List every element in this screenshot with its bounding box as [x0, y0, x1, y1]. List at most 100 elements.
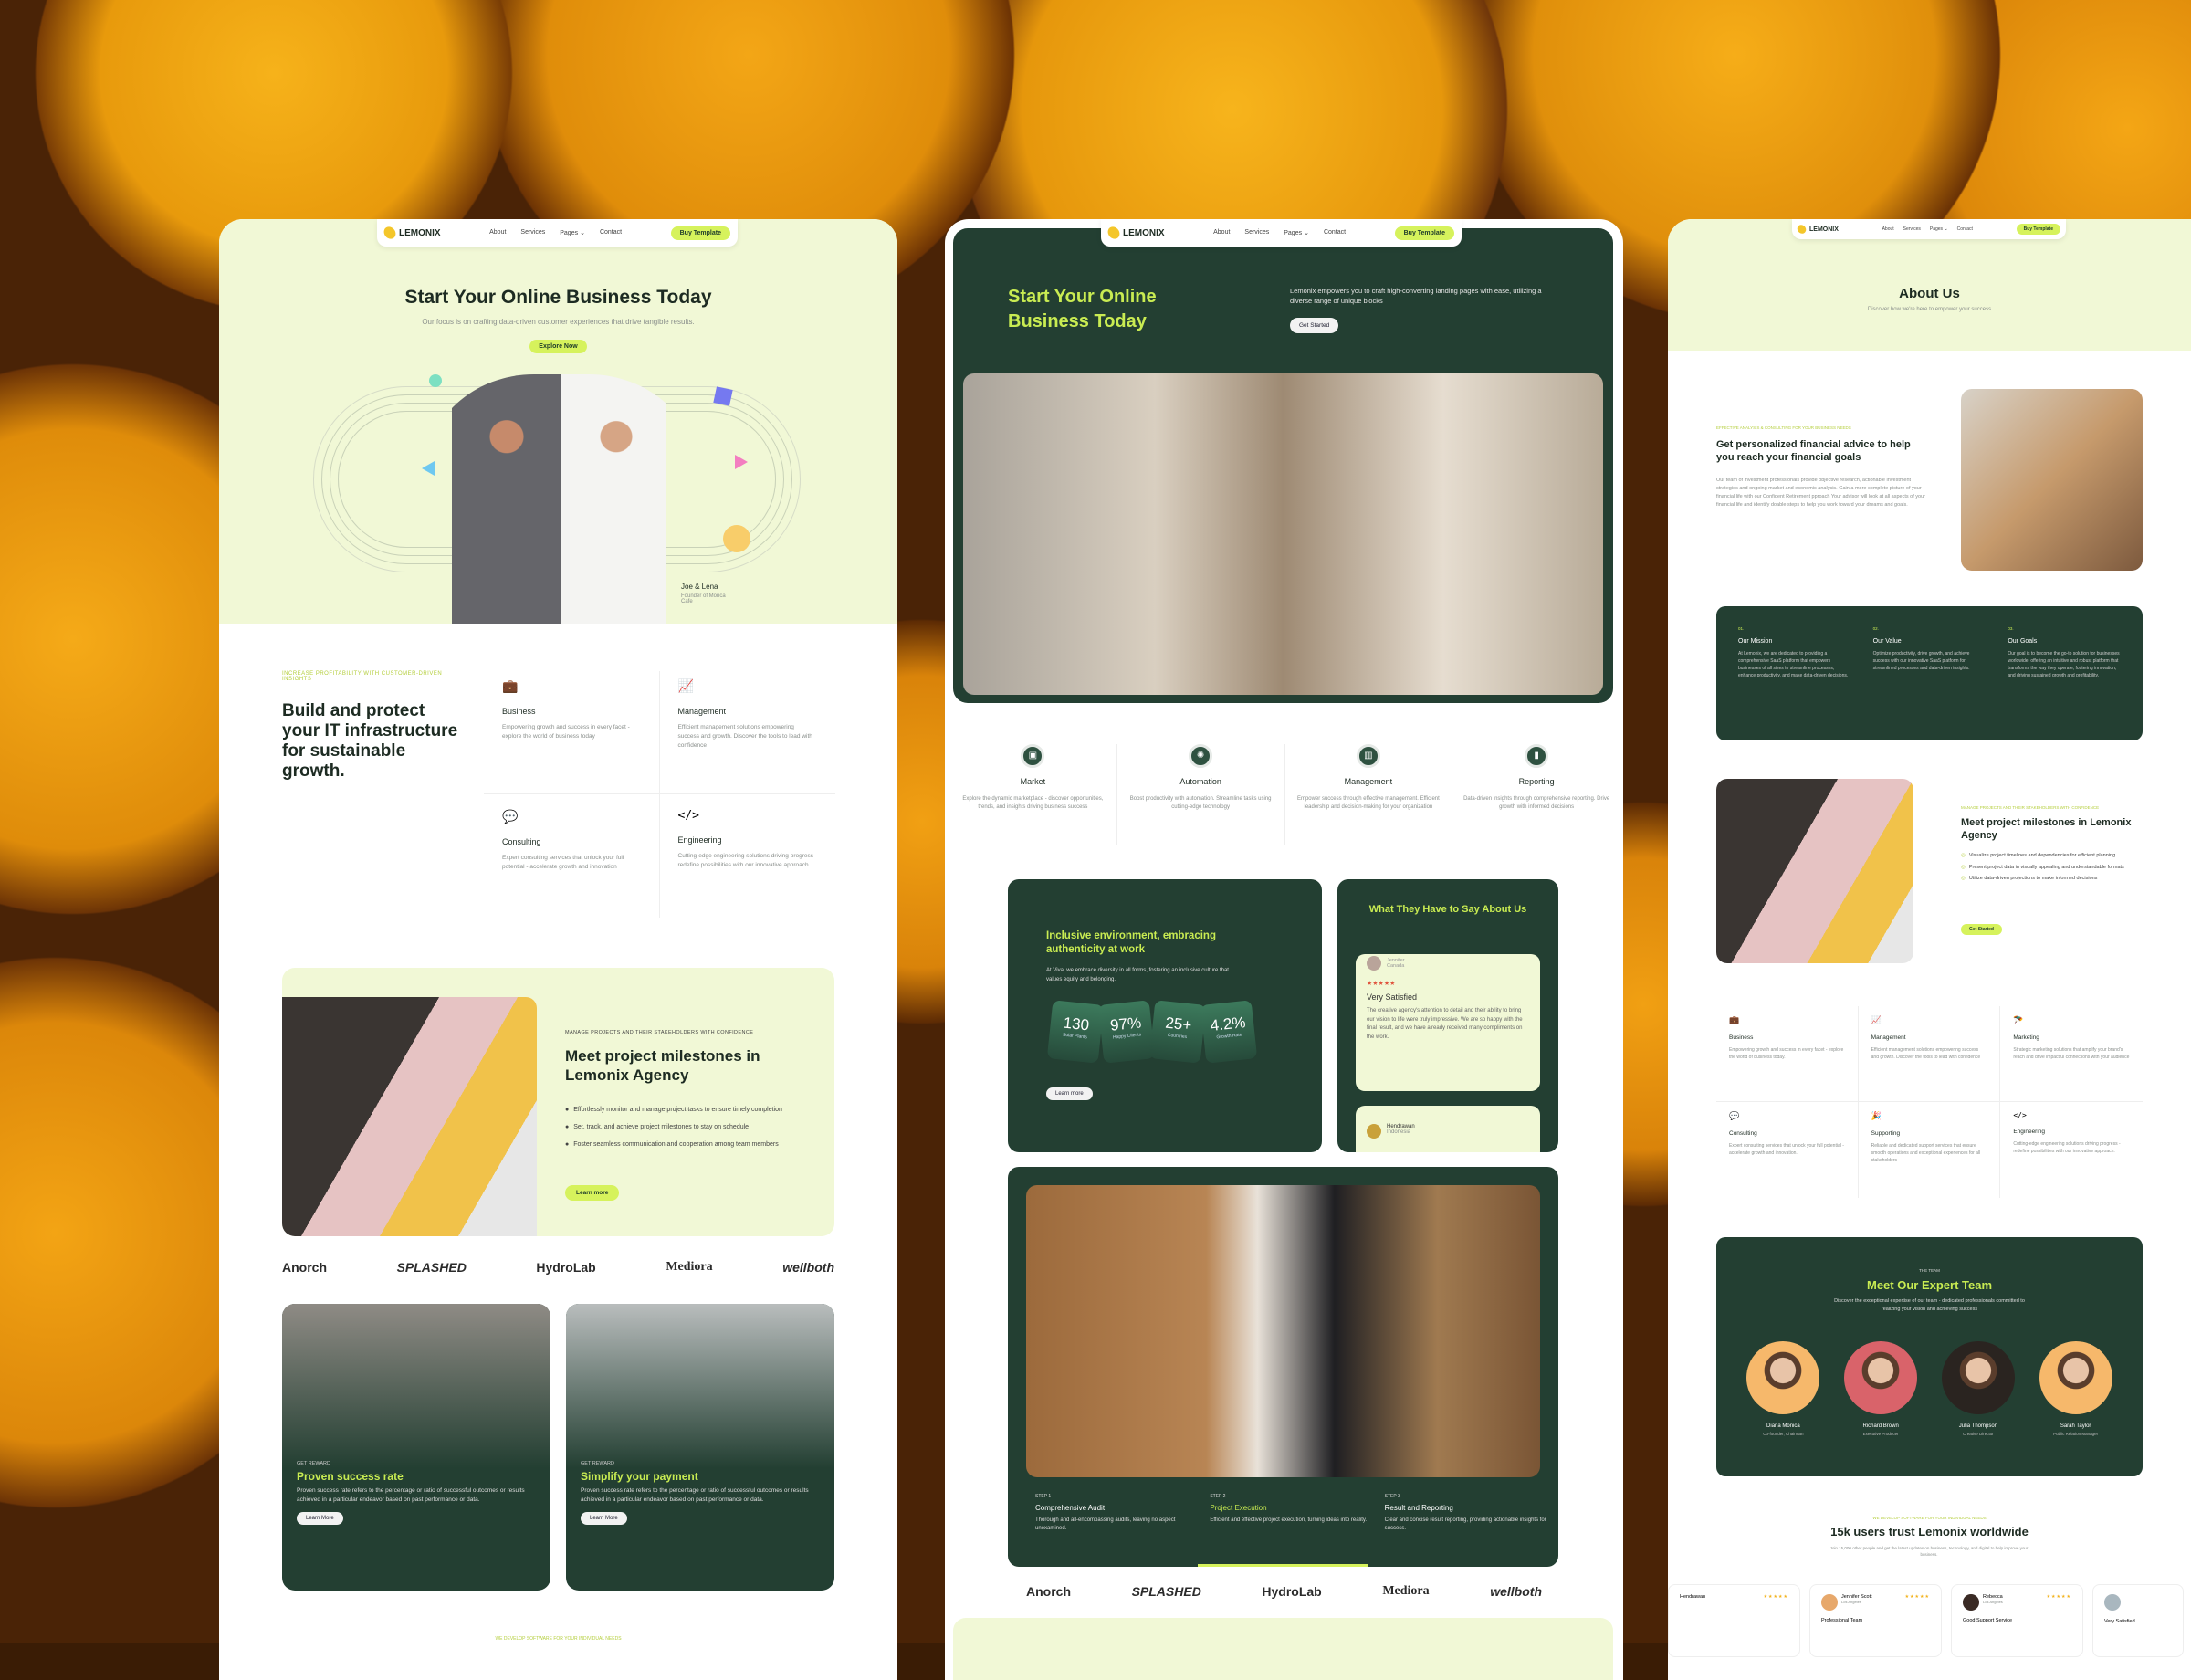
- woman-writing-photo: [282, 997, 537, 1236]
- bar-chart-icon: ▮: [1525, 744, 1549, 768]
- service-card: 🎉 Supporting Reliable and dedicated suppor…: [1859, 1102, 2001, 1198]
- nav-pages[interactable]: Pages ⌄: [1930, 226, 1948, 232]
- avatar: [1367, 956, 1381, 971]
- milestones-card: MANAGE PROJECTS AND THEIR STAKEHOLDERS W…: [282, 968, 834, 1236]
- step-item-active[interactable]: STEP 2 Project Execution Efficient and eff…: [1210, 1494, 1371, 1533]
- briefcase-icon: ▣: [1021, 744, 1045, 768]
- reviews-row: Hendrawan ★★★★★ Jennifer Scott Los Angeles…: [1668, 1584, 2191, 1657]
- testimonials-card: What They Have to Say About Us Jennifer C…: [1337, 879, 1558, 1152]
- learn-more-button[interactable]: Learn More: [581, 1512, 627, 1525]
- check-circle-icon: ◎: [1961, 853, 1966, 858]
- nav-pages[interactable]: Pages ⌄: [560, 229, 585, 236]
- service-card: 📈 Management Efficient management solution…: [1858, 1006, 2001, 1102]
- nav-pages[interactable]: Pages ⌄: [1284, 229, 1309, 236]
- reward-card: GET REWARD Proven success rate Proven su…: [282, 1304, 550, 1591]
- about-subtitle: Discover how we're here to empower your …: [1867, 307, 1992, 312]
- logo[interactable]: LEMONIX: [1796, 223, 1839, 236]
- nav-about[interactable]: About: [1213, 229, 1230, 236]
- learn-more-button[interactable]: Learn More: [297, 1512, 343, 1525]
- lemon-icon: [1106, 225, 1122, 241]
- star-rating: ★★★★★: [1367, 981, 1396, 987]
- avatar: [1367, 1124, 1381, 1139]
- reward-card: GET REWARD Simplify your payment Proven …: [566, 1304, 834, 1591]
- milestones-bullets: ● Effortlessly monitor and manage project…: [565, 1107, 782, 1148]
- nav-services[interactable]: Services: [520, 229, 545, 236]
- logo-hydrolab: HydroLab: [536, 1260, 596, 1275]
- nav-services[interactable]: Services: [1244, 229, 1269, 236]
- navbar: LEMONIX About Services Pages ⌄ Contact B…: [377, 219, 738, 247]
- logo-wellboth: wellboth: [1490, 1584, 1542, 1599]
- services-title: Build and protect your IT infrastructure…: [282, 701, 458, 781]
- buy-template-button[interactable]: Buy Template: [2016, 224, 2060, 235]
- review-card: Very Satisfied: [2092, 1584, 2184, 1657]
- check-circle-icon: ●: [565, 1107, 570, 1113]
- check-circle-icon: ◎: [1961, 864, 1966, 870]
- step-item[interactable]: STEP 1 Comprehensive Audit Thorough and al…: [1035, 1494, 1197, 1533]
- check-circle-icon: ◎: [1961, 876, 1966, 881]
- payment-photo: [566, 1304, 834, 1468]
- review-card: Rebecca Los Angeles ★★★★★ Good Support Serv…: [1951, 1584, 2083, 1657]
- logo[interactable]: LEMONIX: [382, 225, 441, 241]
- code-icon: </>: [2013, 1111, 2027, 1119]
- logo-wellboth: wellboth: [782, 1260, 834, 1275]
- logo-anorch: Anorch: [282, 1260, 327, 1275]
- feature-item: ✺ Automation Boost productivity with autom…: [1117, 744, 1285, 845]
- value-item: 03. Our Goals Our goal is to become the go…: [2008, 626, 2120, 678]
- brain-icon: ✺: [1189, 744, 1213, 768]
- chevron-down-icon: ⌄: [1304, 230, 1309, 236]
- nav-about[interactable]: About: [489, 229, 506, 236]
- nav-services[interactable]: Services: [1903, 226, 1921, 232]
- partner-logos: Anorch SPLASHED HydroLab Mediora wellbot…: [282, 1260, 834, 1275]
- step-item[interactable]: STEP 3 Result and Reporting Clear and conc…: [1385, 1494, 1546, 1533]
- nav-contact[interactable]: Contact: [600, 229, 622, 236]
- avatar: [1963, 1594, 1979, 1611]
- star-rating: ★★★★★: [1763, 1594, 1788, 1600]
- logo-splashed: SPLASHED: [1131, 1584, 1201, 1599]
- buy-template-button[interactable]: Buy Template: [670, 226, 730, 240]
- team-photo: [1961, 389, 2143, 571]
- hero-title: Start Your Online Business Today: [1008, 287, 1157, 331]
- get-started-button[interactable]: Get Started: [1290, 318, 1339, 333]
- services-grid: 💼 Business Empowering growth and success i…: [484, 671, 835, 918]
- service-card: </> Engineering Cutting-edge engineering s…: [2000, 1102, 2143, 1198]
- check-circle-icon: ●: [565, 1124, 570, 1130]
- triangle-shape: [735, 455, 748, 469]
- member-photo: [1844, 1341, 1918, 1414]
- chevron-down-icon: ⌄: [1944, 226, 1948, 232]
- hero-subtitle: Our focus is on crafting data-driven cus…: [422, 318, 695, 326]
- learn-more-button[interactable]: Learn more: [1046, 1087, 1093, 1100]
- buy-template-button[interactable]: Buy Template: [1394, 226, 1454, 240]
- logo-hydrolab: HydroLab: [1262, 1584, 1322, 1599]
- stat-card: 4.2% Growth Rate: [1200, 1000, 1258, 1064]
- services-eyebrow: INCREASE PROFITABILITY WITH CUSTOMER-DRI…: [282, 671, 443, 682]
- logo[interactable]: LEMONIX: [1106, 225, 1165, 241]
- service-card: 💬 Consulting Expert consulting services th…: [484, 794, 660, 918]
- explore-now-button[interactable]: Explore Now: [529, 340, 587, 353]
- caption-name: Joe & Lena: [681, 583, 718, 591]
- review-card: Hendrawan ★★★★★: [1668, 1584, 1800, 1657]
- service-card: 💼 Business Empowering growth and success i…: [484, 671, 660, 794]
- service-card: 💬 Consulting Expert consulting services th…: [1716, 1102, 1859, 1198]
- values-card: 01. Our Mission At Lemonix, we are dedicat…: [1716, 606, 2143, 740]
- chat-icon: 💬: [502, 809, 519, 824]
- service-card: </> Engineering Cutting-edge engineering s…: [677, 809, 817, 868]
- team-meeting-photo: [963, 373, 1603, 695]
- team-member: Diana Monica Co-founder, Chairman: [1746, 1341, 1820, 1436]
- active-step-indicator: [1198, 1564, 1368, 1567]
- learn-more-button[interactable]: Learn more: [565, 1185, 620, 1201]
- logo-anorch: Anorch: [1026, 1584, 1071, 1599]
- square-shape: [713, 386, 733, 406]
- service-card: 💼 Business Empowering growth and success i…: [1716, 1006, 1859, 1102]
- services-grid: 💼 Business Empowering growth and success i…: [1716, 1006, 2143, 1198]
- nav-contact[interactable]: Contact: [1324, 229, 1346, 236]
- service-card: 🪂 Marketing Strategic marketing solutions …: [2000, 1006, 2143, 1102]
- get-started-button[interactable]: Get Started: [1961, 924, 2002, 935]
- process-card: STEP 1 Comprehensive Audit Thorough and al…: [1008, 1167, 1558, 1567]
- home-page-preview-light: LEMONIX About Services Pages ⌄ Contact B…: [219, 219, 897, 1680]
- hero-description: Lemonix empowers you to craft high-conve…: [1290, 287, 1542, 305]
- nav-contact[interactable]: Contact: [1957, 226, 1973, 232]
- nav-about[interactable]: About: [1882, 226, 1894, 232]
- team-member: Richard Brown Executive Producer: [1844, 1341, 1918, 1436]
- value-item: 01. Our Mission At Lemonix, we are dedicat…: [1738, 626, 1849, 678]
- home-page-preview-dark: LEMONIX About Services Pages ⌄ Contact B…: [945, 219, 1623, 1680]
